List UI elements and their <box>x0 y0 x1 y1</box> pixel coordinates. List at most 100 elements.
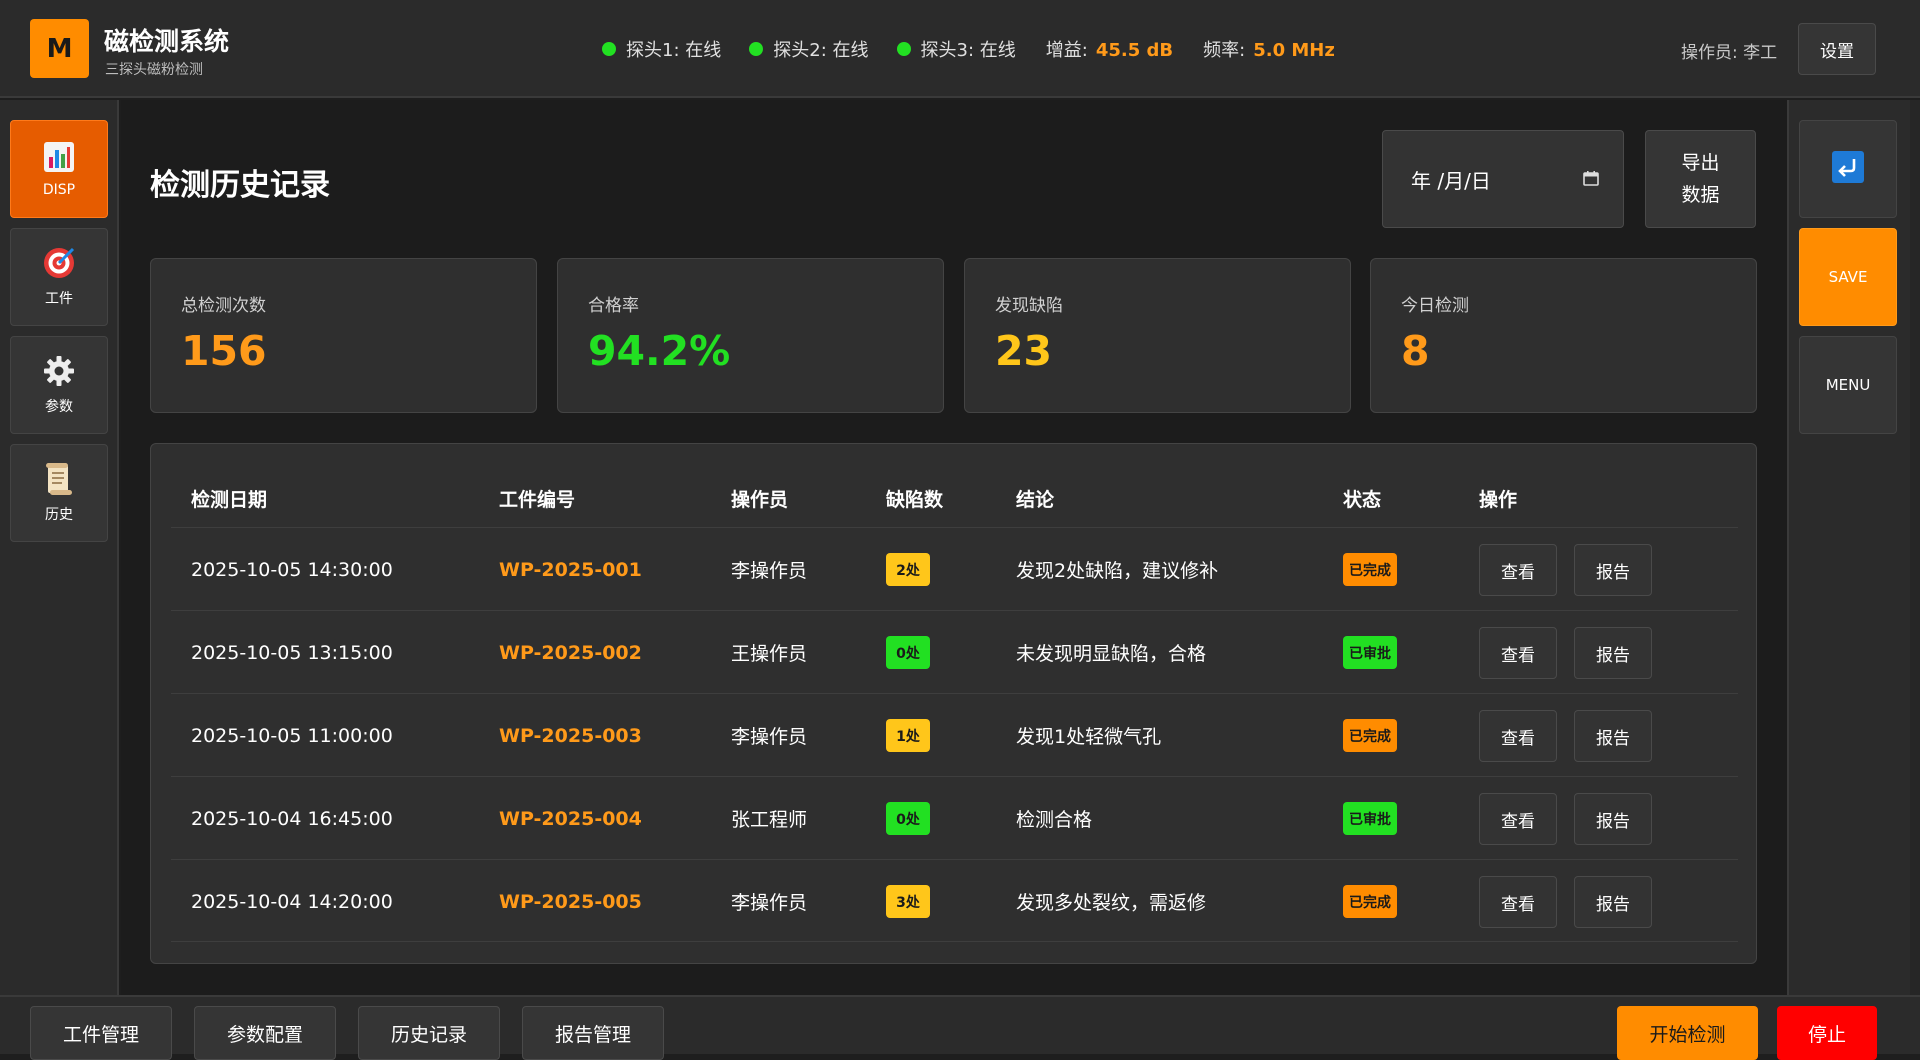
column-header-workpiece: 工件编号 <box>499 489 576 511</box>
view-button[interactable]: 查看 <box>1479 544 1557 596</box>
sidebar-item-disp[interactable]: DISP <box>10 120 108 218</box>
online-dot-icon <box>602 42 616 56</box>
stat-label: 今日检测 <box>1401 296 1469 316</box>
stat-label: 合格率 <box>588 296 639 316</box>
sidebar-item-workpiece[interactable]: 工件 <box>10 228 108 326</box>
cell-date: 2025-10-05 14:30:00 <box>191 558 393 581</box>
menu-button[interactable]: MENU <box>1799 336 1897 434</box>
scroll-icon <box>42 462 76 496</box>
cell-date: 2025-10-05 11:00:00 <box>191 724 393 747</box>
stat-value: 156 <box>181 327 267 375</box>
column-header-date: 检测日期 <box>191 489 268 511</box>
cell-status: 已审批 <box>1343 611 1397 694</box>
sidebar-item-label: DISP <box>42 182 76 198</box>
report-button[interactable]: 报告 <box>1574 876 1652 928</box>
probe-status-1: 探头1: 在线 <box>602 36 721 62</box>
start-inspection-button[interactable]: 开始检测 <box>1617 1006 1758 1060</box>
report-button[interactable]: 报告 <box>1574 627 1652 679</box>
date-placeholder: 年 /月/日 <box>1411 168 1491 193</box>
cell-operator: 王操作员 <box>731 643 808 665</box>
left-sidebar: DISP 工件 参数 历史 <box>0 100 119 995</box>
sidebar-item-label: 参数 <box>45 399 73 415</box>
gain-value: 45.5 dB <box>1095 40 1174 61</box>
cell-workpiece-id[interactable]: WP-2025-005 <box>499 860 642 943</box>
status-badge: 已完成 <box>1343 885 1397 918</box>
defect-count-badge: 3处 <box>886 885 930 918</box>
cell-conclusion: 未发现明显缺陷，合格 <box>1016 643 1207 665</box>
defect-count-badge: 0处 <box>886 636 930 669</box>
report-button[interactable]: 报告 <box>1574 544 1652 596</box>
frequency-label: 频率: <box>1203 40 1246 61</box>
scrollbar[interactable] <box>1910 100 1920 995</box>
cell-workpiece-id[interactable]: WP-2025-004 <box>499 777 642 860</box>
cell-operator: 张工程师 <box>731 809 808 831</box>
cell-workpiece-id[interactable]: WP-2025-001 <box>499 528 642 611</box>
sidebar-item-label: 历史 <box>45 507 73 523</box>
target-icon <box>42 246 76 280</box>
gain-label: 增益: <box>1045 40 1088 61</box>
top-header: M 磁检测系统 三探头磁粉检测 探头1: 在线 探头2: 在线 探头3: 在线 … <box>0 0 1920 98</box>
page-title: 检测历史记录 <box>150 168 330 203</box>
stat-card-today: 今日检测 8 <box>1370 258 1757 413</box>
cell-operator: 李操作员 <box>731 560 808 582</box>
table-row: 2025-10-05 14:30:00 WP-2025-001 李操作员 2处 … <box>171 527 1738 610</box>
column-header-status: 状态 <box>1343 489 1382 511</box>
online-dot-icon <box>749 42 764 56</box>
cell-workpiece-id[interactable]: WP-2025-003 <box>499 694 642 777</box>
frequency-value: 5.0 MHz <box>1253 40 1335 61</box>
stat-label: 总检测次数 <box>181 296 266 316</box>
calendar-icon[interactable] <box>1583 167 1599 191</box>
view-button[interactable]: 查看 <box>1479 710 1557 762</box>
defect-count-badge: 0处 <box>886 802 930 835</box>
bottom-toolbar: 工件管理 参数配置 历史记录 报告管理 开始检测 停止 <box>0 995 1920 1060</box>
sidebar-item-history[interactable]: 历史 <box>10 444 108 542</box>
cell-date: 2025-10-04 14:20:00 <box>191 890 393 913</box>
export-label-line2: 数据 <box>1681 184 1720 206</box>
view-button[interactable]: 查看 <box>1479 793 1557 845</box>
tab-workpiece-management[interactable]: 工件管理 <box>30 1006 172 1060</box>
status-badge: 已完成 <box>1343 553 1397 586</box>
app-title: 磁检测系统 <box>104 27 230 56</box>
table-row: 2025-10-04 16:45:00 WP-2025-004 张工程师 0处 … <box>171 776 1738 859</box>
app-subtitle: 三探头磁粉检测 <box>105 62 203 78</box>
sidebar-item-params[interactable]: 参数 <box>10 336 108 434</box>
settings-button[interactable]: 设置 <box>1798 23 1876 75</box>
cell-defects: 1处 <box>886 694 930 777</box>
status-bar: 探头1: 在线 探头2: 在线 探头3: 在线 增益: 45.5 dB 频率: 5.… <box>602 36 1363 62</box>
return-icon <box>1831 150 1865 188</box>
column-header-operator: 操作员 <box>731 489 789 511</box>
cell-status: 已完成 <box>1343 528 1397 611</box>
report-button[interactable]: 报告 <box>1574 710 1652 762</box>
export-label-line1: 导出 <box>1681 152 1720 174</box>
stat-label: 发现缺陷 <box>995 296 1063 316</box>
cell-conclusion: 发现2处缺陷，建议修补 <box>1016 560 1219 582</box>
probe-label: 探头2: 在线 <box>773 40 869 61</box>
export-data-button[interactable]: 导出 数据 <box>1645 130 1756 228</box>
date-filter-input[interactable]: 年 /月/日 <box>1382 130 1624 228</box>
status-badge: 已审批 <box>1343 636 1397 669</box>
app-logo: M <box>30 19 89 78</box>
cell-defects: 2处 <box>886 528 930 611</box>
stat-card-defects: 发现缺陷 23 <box>964 258 1351 413</box>
tab-report-management[interactable]: 报告管理 <box>522 1006 664 1060</box>
gain-readout: 增益: 45.5 dB <box>1046 36 1173 62</box>
report-button[interactable]: 报告 <box>1574 793 1652 845</box>
cell-status: 已审批 <box>1343 777 1397 860</box>
probe-status-3: 探头3: 在线 <box>896 36 1016 62</box>
tab-parameter-config[interactable]: 参数配置 <box>194 1006 336 1060</box>
frequency-readout: 频率: 5.0 MHz <box>1203 36 1335 62</box>
cell-defects: 3处 <box>886 860 930 943</box>
status-badge: 已审批 <box>1343 802 1397 835</box>
cell-date: 2025-10-04 16:45:00 <box>191 807 393 830</box>
view-button[interactable]: 查看 <box>1479 876 1557 928</box>
return-button[interactable] <box>1799 120 1897 218</box>
stat-card-total: 总检测次数 156 <box>150 258 537 413</box>
cell-workpiece-id[interactable]: WP-2025-002 <box>499 611 642 694</box>
save-button[interactable]: SAVE <box>1799 228 1897 326</box>
tab-history-records[interactable]: 历史记录 <box>358 1006 500 1060</box>
operator-label: 操作员: 李工 <box>1681 43 1778 63</box>
status-badge: 已完成 <box>1343 719 1397 752</box>
stop-button[interactable]: 停止 <box>1777 1006 1877 1060</box>
column-header-defects: 缺陷数 <box>886 489 944 511</box>
view-button[interactable]: 查看 <box>1479 627 1557 679</box>
